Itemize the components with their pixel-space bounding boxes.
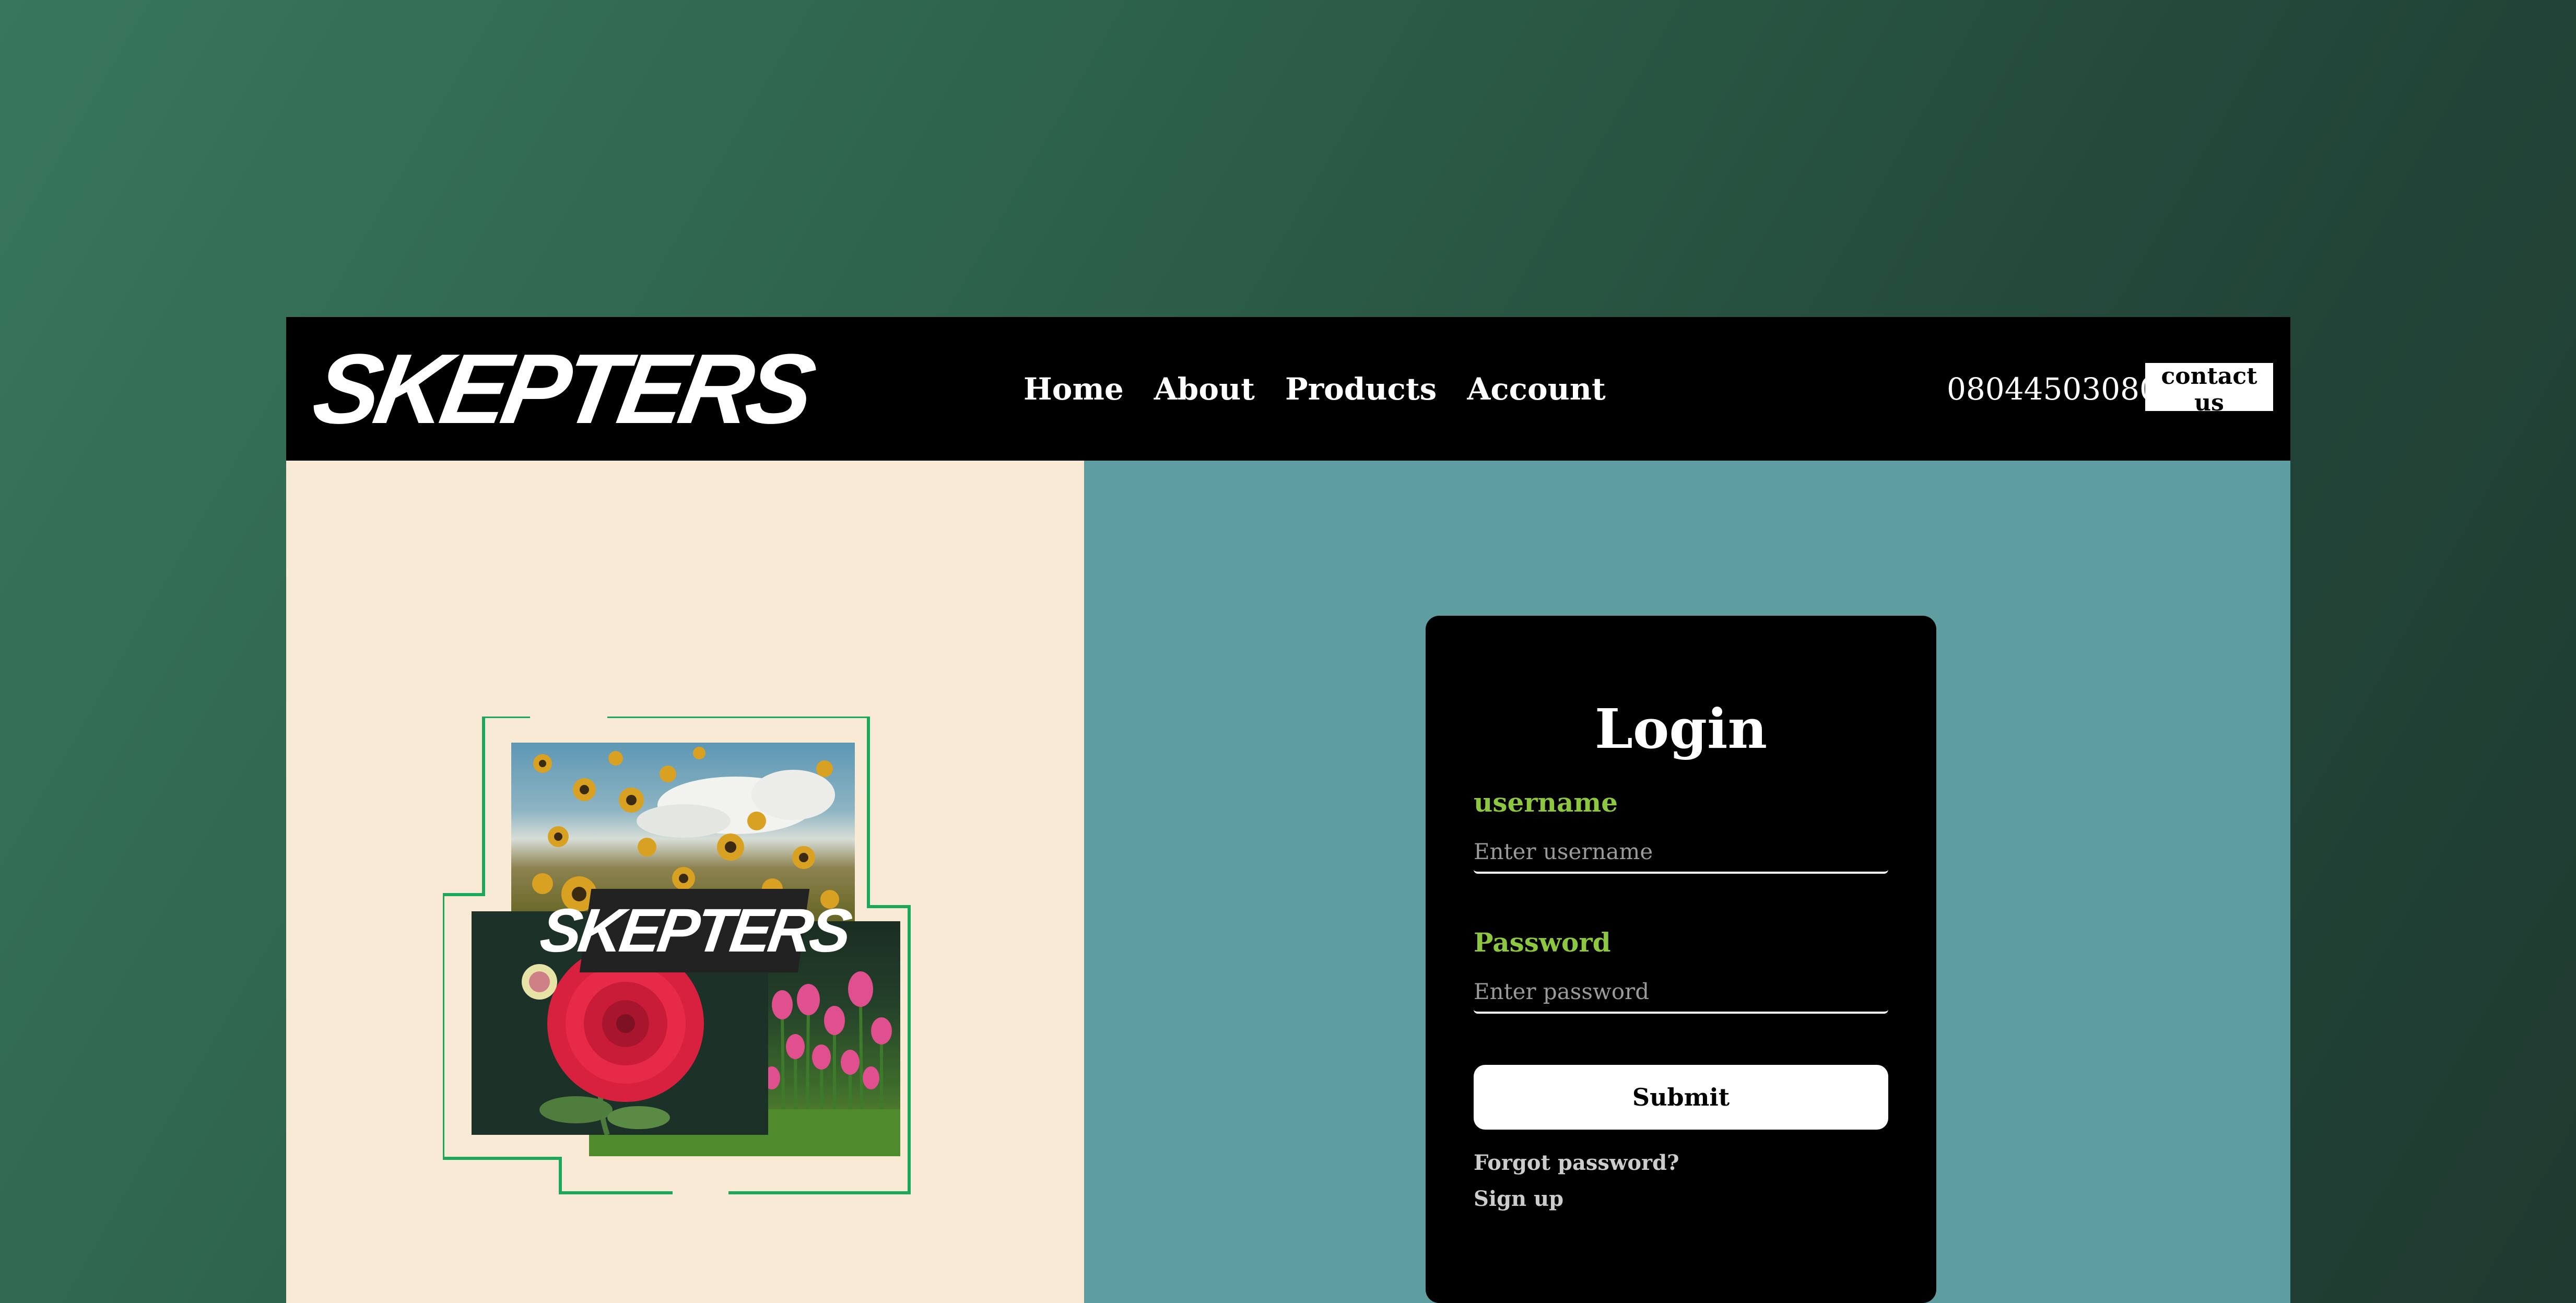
username-label: username [1474, 787, 1618, 818]
navbar: SKEPTERS Home About Products Account 080… [286, 317, 2290, 461]
username-input[interactable] [1474, 831, 1888, 874]
nav-link-account[interactable]: Account [1467, 371, 1605, 407]
decorative-frame [443, 717, 911, 1194]
sign-up-link[interactable]: Sign up [1474, 1187, 1563, 1211]
password-input[interactable] [1474, 971, 1888, 1014]
hero-image-panel: SKEPTERS [286, 461, 1084, 1303]
password-label: Password [1474, 927, 1611, 958]
nav-link-products[interactable]: Products [1285, 371, 1437, 407]
site-container: SKEPTERS Home About Products Account 080… [286, 317, 2290, 1303]
login-card: Login username Password Submit Forgot pa… [1426, 616, 1936, 1303]
login-title: Login [1594, 697, 1768, 761]
main-nav: Home About Products Account [1024, 317, 1606, 461]
submit-button[interactable]: Submit [1474, 1065, 1888, 1130]
nav-link-home[interactable]: Home [1024, 371, 1124, 407]
flower-collage: SKEPTERS [443, 717, 934, 1207]
nav-link-about[interactable]: About [1154, 371, 1255, 407]
contact-us-button[interactable]: contact us [2145, 363, 2273, 416]
phone-number: 08044503080 [1947, 371, 2159, 407]
brand-logo[interactable]: SKEPTERS [305, 334, 818, 444]
forgot-password-link[interactable]: Forgot password? [1474, 1151, 1679, 1175]
